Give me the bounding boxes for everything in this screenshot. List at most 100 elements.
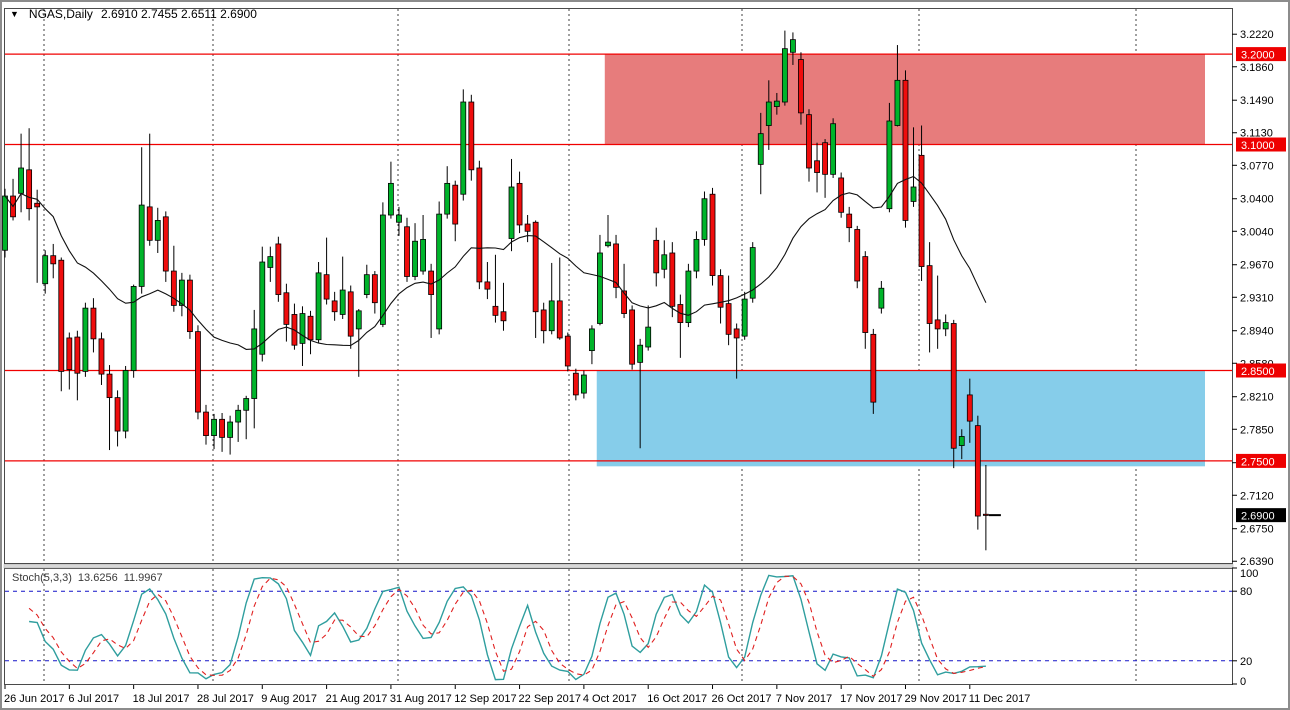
down-candle xyxy=(74,336,81,374)
up-candle xyxy=(894,79,901,126)
up-candle xyxy=(267,256,274,268)
stoch-tick-label: 100 xyxy=(1240,568,1258,580)
up-candle xyxy=(243,398,250,411)
price-tick-label: 3.0040 xyxy=(1240,226,1274,238)
up-candle xyxy=(444,182,451,215)
date-label: 28 Jul 2017 xyxy=(197,693,254,705)
up-candle xyxy=(580,374,587,394)
price-tick-label: 2.9670 xyxy=(1240,260,1274,272)
stoch-axis[interactable]: 100 80 20 0 xyxy=(1232,567,1258,688)
panel-separator[interactable] xyxy=(3,564,1234,569)
chart-window: 3.2220 3.1860 3.1490 3.1130 3.0770 3.0400 3.00… xyxy=(0,0,1290,710)
down-candle xyxy=(162,216,169,272)
date-label: 4 Oct 2017 xyxy=(583,693,637,705)
down-candle xyxy=(846,213,853,229)
price-label-text: 3.2000 xyxy=(1241,50,1275,62)
stoch-d-value: 11.9967 xyxy=(123,572,163,584)
down-candle xyxy=(114,397,121,432)
down-candle xyxy=(814,160,820,173)
up-candle xyxy=(781,48,788,103)
up-candle xyxy=(597,252,603,324)
price-tick-label: 2.9310 xyxy=(1240,292,1274,304)
down-candle xyxy=(195,331,201,413)
price-tick-label: 3.0400 xyxy=(1240,194,1274,206)
down-candle xyxy=(187,279,193,333)
down-candle xyxy=(733,328,740,339)
down-candle xyxy=(468,101,475,171)
down-candle xyxy=(66,337,73,370)
down-candle xyxy=(806,114,812,169)
down-candle xyxy=(524,223,531,232)
down-candle xyxy=(371,274,378,304)
up-candle xyxy=(18,167,24,194)
up-candle xyxy=(363,274,370,295)
up-candle xyxy=(379,214,386,325)
price-label-text: 2.6900 xyxy=(1241,511,1275,523)
up-candle xyxy=(830,123,837,175)
price-label-text: 2.8500 xyxy=(1241,366,1275,378)
up-candle xyxy=(693,239,700,272)
up-candle xyxy=(299,313,306,344)
stoch-tick-label: 80 xyxy=(1240,586,1252,598)
down-candle xyxy=(146,206,153,241)
up-candle xyxy=(355,310,362,330)
up-candle xyxy=(2,195,8,251)
down-candle xyxy=(653,239,660,274)
price-tick-label: 3.2220 xyxy=(1240,29,1274,41)
stoch-tick-label: 0 xyxy=(1240,676,1246,688)
up-candle xyxy=(339,289,346,315)
date-label: 26 Oct 2017 xyxy=(712,693,772,705)
up-candle xyxy=(235,409,242,423)
down-candle xyxy=(725,303,732,335)
up-candle xyxy=(589,328,595,352)
stoch-k-value: 13.6256 xyxy=(77,572,118,584)
down-candle xyxy=(323,274,330,300)
up-candle xyxy=(741,298,748,337)
up-candle xyxy=(460,101,467,195)
down-candle xyxy=(918,154,925,267)
down-candle xyxy=(58,259,65,372)
demand-zone xyxy=(596,370,1205,467)
down-candle xyxy=(572,372,579,396)
down-candle xyxy=(950,323,957,449)
stoch-tick-label: 20 xyxy=(1240,656,1252,668)
price-axis[interactable]: 3.22203.18603.14903.11303.07703.04003.00… xyxy=(1232,29,1286,568)
down-candle xyxy=(283,292,290,325)
down-candle xyxy=(870,333,877,403)
price-label-text: 3.1000 xyxy=(1241,140,1275,152)
down-candle xyxy=(669,252,676,307)
up-candle xyxy=(315,272,322,341)
up-candle xyxy=(154,220,161,241)
down-candle xyxy=(452,184,459,225)
chart-title: ▼ NGAS,Daily 2.6910 2.7455 2.6511 2.6900 xyxy=(10,7,257,21)
down-candle xyxy=(926,265,933,324)
up-candle xyxy=(878,287,885,309)
up-candle xyxy=(605,241,611,247)
up-candle xyxy=(420,239,426,272)
down-candle xyxy=(347,291,354,337)
down-candle xyxy=(492,305,499,316)
price-tick-label: 2.6750 xyxy=(1240,524,1274,536)
down-candle xyxy=(500,311,507,322)
price-tick-label: 2.7120 xyxy=(1240,490,1274,502)
date-label: 31 Aug 2017 xyxy=(390,693,452,705)
down-candle xyxy=(90,307,97,340)
date-label: 18 Jul 2017 xyxy=(133,693,190,705)
up-candle xyxy=(757,133,764,165)
down-candle xyxy=(404,226,410,277)
down-candle xyxy=(556,300,563,339)
down-candle xyxy=(203,411,209,436)
date-label: 17 Nov 2017 xyxy=(840,693,902,705)
up-candle xyxy=(130,286,137,371)
price-chart[interactable]: 3.22203.18603.14903.11303.07703.04003.00… xyxy=(2,2,1288,708)
date-axis[interactable]: 26 Jun 2017 6 Jul 2017 18 Jul 2017 28 Jul 2… xyxy=(4,685,1030,705)
down-candle xyxy=(709,193,716,276)
up-candle xyxy=(436,213,443,330)
symbol-dropdown-icon[interactable]: ▼ xyxy=(10,9,19,19)
down-candle xyxy=(822,142,828,175)
price-tick-label: 3.0770 xyxy=(1240,160,1274,172)
stochastic-label: Stoch(5,3,3) 13.6256 11.9967 xyxy=(12,572,163,584)
up-candle xyxy=(790,39,796,53)
date-label: 16 Oct 2017 xyxy=(647,693,707,705)
up-candle xyxy=(396,214,402,223)
